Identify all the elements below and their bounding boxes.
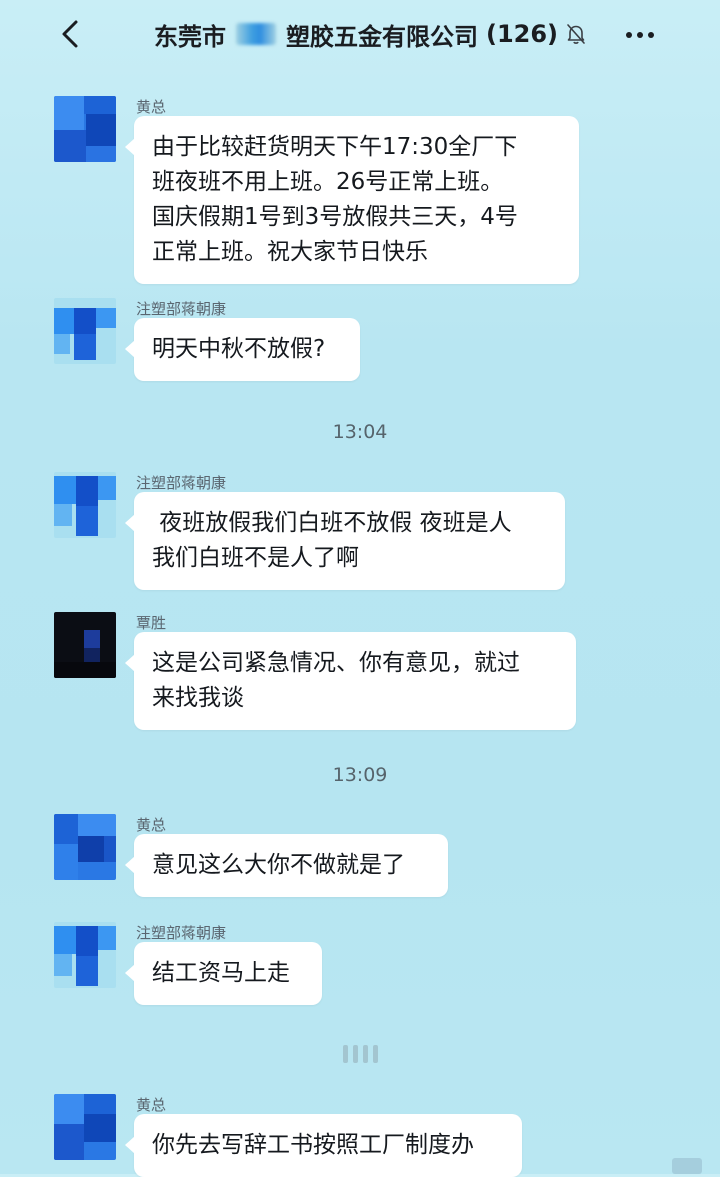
ellipsis-icon [626, 32, 654, 38]
message-bubble[interactable]: 意见这么大你不做就是了 [125, 834, 448, 897]
sender-name: 覃胜 [136, 614, 167, 632]
sender-name: 注塑部蒋朝康 [136, 924, 227, 942]
sender-name: 黄总 [136, 816, 167, 834]
loading-indicator [335, 1042, 385, 1066]
avatar[interactable] [54, 1094, 116, 1160]
member-count: (126) [485, 20, 559, 48]
avatar[interactable] [54, 96, 116, 162]
message-line: 这是公司紧急情况、你有意见，就过 [152, 650, 520, 676]
message-line: 夜班放假我们白班不放假 夜班是人 [152, 510, 512, 536]
message-line: 由于比较赶货明天下午17:30全厂下 [152, 134, 518, 160]
redacted-name-blur [235, 23, 276, 45]
sender-name: 黄总 [136, 1096, 167, 1114]
avatar[interactable] [54, 922, 116, 988]
timestamp: 13:04 [332, 421, 388, 443]
message-line: 结工资马上走 [152, 960, 290, 986]
sender-name: 注塑部蒋朝康 [136, 474, 227, 492]
message-line: 我们白班不是人了啊 [152, 545, 359, 571]
more-options-button[interactable] [620, 18, 660, 52]
message-bubble[interactable]: 夜班放假我们白班不放假 夜班是人 我们白班不是人了啊 [125, 492, 565, 590]
back-button[interactable] [52, 14, 88, 54]
message-line: 正常上班。祝大家节日快乐 [152, 239, 428, 265]
message-bubble[interactable]: 你先去写辞工书按照工厂制度办 [125, 1114, 522, 1177]
sender-name: 注塑部蒋朝康 [136, 300, 227, 318]
message-bubble[interactable]: 明天中秋不放假? [125, 318, 360, 381]
bell-off-icon [567, 24, 585, 44]
watermark-corner [672, 1158, 702, 1174]
message-line: 明天中秋不放假? [152, 336, 326, 362]
message-bubble[interactable]: 这是公司紧急情况、你有意见，就过 来找我谈 [125, 632, 576, 730]
avatar[interactable] [54, 472, 116, 538]
message-bubble[interactable]: 由于比较赶货明天下午17:30全厂下 班夜班不用上班。26号正常上班。 国庆假期… [125, 116, 579, 284]
avatar[interactable] [54, 298, 116, 364]
avatar[interactable] [54, 612, 116, 678]
message-bubble[interactable]: 结工资马上走 [125, 942, 322, 1005]
message-line: 你先去写辞工书按照工厂制度办 [152, 1132, 474, 1158]
message-line: 班夜班不用上班。26号正常上班。 [152, 169, 504, 195]
chevron-left-icon [62, 20, 78, 48]
message-line: 来找我谈 [152, 685, 244, 711]
sender-name: 黄总 [136, 98, 167, 116]
message-line: 国庆假期1号到3号放假共三天，4号 [152, 204, 518, 230]
chat-title-suffix: 塑胶五金有限公司 [285, 22, 478, 51]
chat-title: 东莞市 塑胶五金有限公司 (126) [120, 16, 620, 52]
chat-title-prefix: 东莞市 [153, 22, 226, 51]
avatar[interactable] [54, 814, 116, 880]
message-line: 意见这么大你不做就是了 [152, 852, 405, 878]
timestamp: 13:09 [332, 764, 388, 786]
chat-header: 东莞市 塑胶五金有限公司 (126) [0, 0, 720, 70]
